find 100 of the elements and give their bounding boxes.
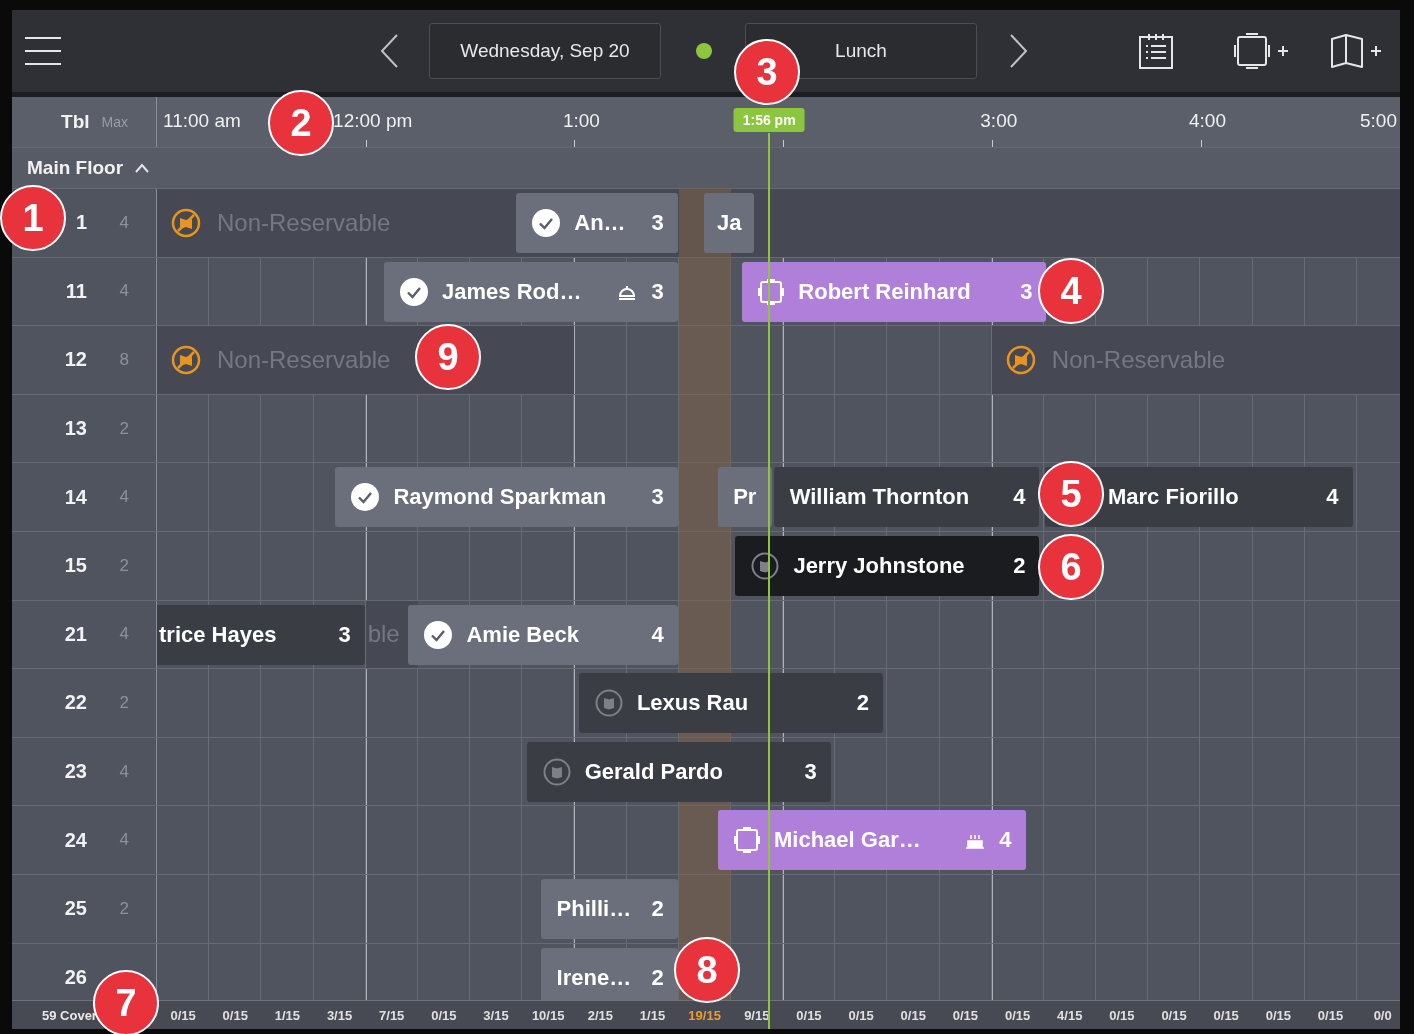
interval-count: 0/15 — [1264, 1007, 1292, 1023]
table-icon — [758, 278, 785, 305]
party-size: 3 — [651, 484, 664, 511]
party-size: 4 — [651, 621, 664, 648]
interval-count: 0/15 — [847, 1007, 875, 1023]
non-reservable-icon — [1005, 345, 1036, 375]
party-size: 4 — [1013, 484, 1026, 511]
hour-label: 4:00 — [1189, 110, 1226, 132]
reservation-block[interactable]: Gerald Pardo 3 — [526, 741, 831, 802]
non-reservable-icon — [171, 207, 201, 238]
table-max: 4 — [119, 624, 129, 644]
reservation-block[interactable]: Amie Beck 4 — [408, 604, 678, 665]
hour-label: 12:00 pm — [333, 110, 413, 132]
reservation-block[interactable]: Lexus Rau 2 — [578, 673, 883, 734]
hour-label: 5:00 — [1360, 110, 1397, 132]
list-icon[interactable] — [1139, 33, 1173, 69]
book-icon — [751, 551, 780, 580]
check-icon — [400, 277, 429, 306]
table-number: 14 — [64, 485, 87, 508]
interval-count: 3/15 — [482, 1007, 510, 1023]
table-max: 4 — [119, 281, 129, 301]
interval-count: 0/15 — [169, 1007, 197, 1023]
guest-name: James Rod… — [442, 278, 583, 305]
party-size: 2 — [856, 690, 869, 717]
table-number: 21 — [64, 622, 87, 645]
table-max: 2 — [119, 555, 129, 575]
party-size: 3 — [804, 758, 817, 785]
guest-name: Ja — [716, 210, 742, 236]
table-number: 12 — [64, 348, 87, 371]
chevron-right-icon[interactable] — [1009, 33, 1029, 69]
interval-count: 0/0 — [1372, 1007, 1393, 1023]
hour-label: 3:00 — [980, 110, 1018, 132]
table-max: 4 — [119, 212, 129, 232]
reservation-block[interactable]: Michael Gar… 4 — [718, 810, 1026, 871]
reservation-block[interactable]: Irene… 2 — [540, 947, 678, 1000]
guest-name: Pr — [733, 484, 757, 511]
max-column-label: Max — [101, 114, 128, 130]
reservation-block[interactable]: Jerry Johnstone 2 — [735, 535, 1040, 596]
table-icon — [734, 827, 760, 854]
check-icon — [424, 620, 453, 649]
table-number: 13 — [64, 417, 87, 440]
section-title: Main Floor — [27, 157, 124, 179]
party-size: 2 — [651, 895, 664, 922]
table-number: 11 — [65, 279, 87, 302]
guest-name: Philli… — [556, 895, 633, 922]
date-button[interactable]: Wednesday, Sep 20 — [429, 23, 661, 79]
table-number: 26 — [64, 965, 87, 988]
check-icon — [351, 483, 380, 512]
status-dot — [696, 43, 712, 59]
table-max: 4 — [119, 487, 129, 507]
party-size: 2 — [1013, 552, 1026, 579]
table-number: 25 — [64, 897, 87, 920]
interval-count: 19/15 — [687, 1007, 722, 1023]
reservation-block[interactable]: trice Hayes 3 — [157, 604, 365, 665]
table-max: 2 — [119, 898, 129, 918]
chevron-left-icon[interactable] — [379, 33, 399, 69]
table-max: 2 — [119, 418, 129, 438]
guest-name: Michael Gar… — [774, 827, 922, 854]
table-max: 4 — [119, 830, 129, 850]
reservation-block[interactable]: Raymond Sparkman 3 — [335, 467, 678, 528]
party-size: 4 — [999, 827, 1012, 854]
check-icon — [532, 209, 561, 237]
menu-icon[interactable] — [25, 36, 61, 66]
guest-name: Raymond Sparkman — [393, 484, 608, 511]
guest-name: Gerald Pardo — [584, 758, 724, 785]
interval-count: 0/15 — [1160, 1007, 1188, 1023]
party-size: 4 — [1326, 484, 1339, 511]
hour-label: 1:00 — [562, 110, 600, 132]
reservation-block[interactable]: An… 3 — [516, 193, 678, 253]
party-size: 3 — [338, 621, 351, 648]
reservation-block[interactable]: Pr — [718, 467, 772, 528]
book-icon — [542, 757, 571, 786]
table-number: 1 — [75, 211, 87, 234]
guest-name: Irene… — [556, 964, 633, 991]
guest-name: Marc Fiorillo — [1107, 484, 1240, 511]
party-size: 2 — [651, 964, 664, 991]
reservation-block[interactable]: William Thornton 4 — [773, 467, 1040, 528]
reservation-block[interactable]: Ja — [704, 193, 755, 253]
book-icon — [594, 689, 623, 718]
interval-count: 0/15 — [1003, 1007, 1032, 1023]
interval-count: 3/15 — [325, 1007, 354, 1023]
interval-count: 1/15 — [638, 1007, 667, 1023]
guest-name: Amie Beck — [466, 621, 580, 648]
table-number: 22 — [64, 691, 87, 714]
caret-icon[interactable] — [135, 163, 150, 173]
guest-name: William Thornton — [789, 484, 971, 511]
reservation-block[interactable]: Robert Reinhard 3 — [742, 261, 1047, 322]
table-number: 15 — [64, 554, 87, 577]
interval-count: 4/15 — [1056, 1007, 1084, 1023]
interval-count: 10/15 — [530, 1007, 566, 1023]
party-size: 3 — [1020, 278, 1033, 305]
non-reservable-icon — [171, 345, 201, 375]
guest-name: Robert Reinhard — [798, 278, 972, 305]
table-number: 23 — [64, 760, 87, 783]
table-max: 2 — [119, 692, 129, 712]
reservation-block[interactable]: James Rod… 3 — [384, 261, 678, 322]
guest-name: An… — [574, 210, 627, 236]
table-max: 4 — [119, 761, 129, 781]
interval-count: 2/15 — [586, 1007, 614, 1023]
reservation-block[interactable]: Philli… 2 — [540, 878, 678, 939]
